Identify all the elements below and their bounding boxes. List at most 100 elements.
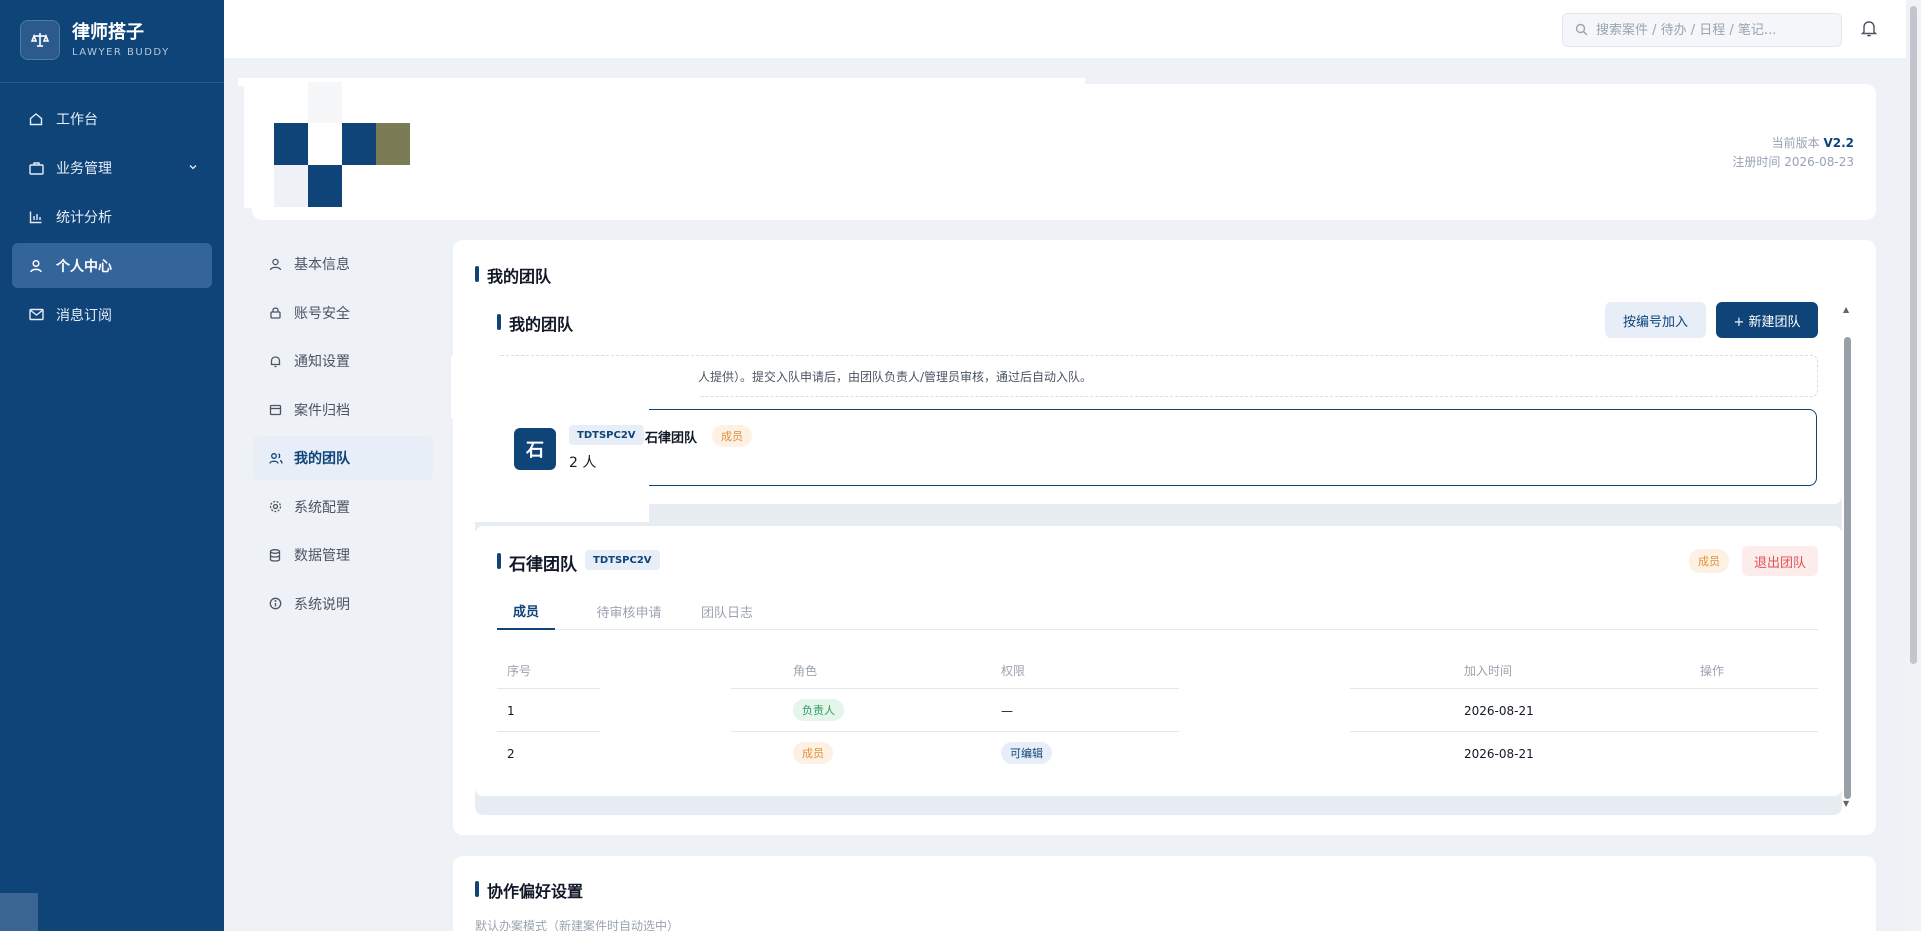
version-label: 当前版本 bbox=[1771, 136, 1820, 150]
sidebar-divider bbox=[0, 82, 224, 83]
role-badge: 成员 bbox=[1689, 549, 1729, 573]
sidebar-item-label: 业务管理 bbox=[56, 160, 112, 177]
submenu-item-notifications[interactable]: 通知设置 bbox=[253, 339, 433, 383]
sidebar-item-label: 消息订阅 bbox=[56, 307, 112, 324]
row-divider bbox=[1350, 688, 1818, 689]
calendar-icon bbox=[269, 403, 283, 417]
scroll-up-icon[interactable]: ▲ bbox=[1843, 305, 1849, 314]
sidebar-item-subscription[interactable]: 消息订阅 bbox=[12, 292, 212, 337]
team-tabs: 成员 待审核申请 团队日志 bbox=[497, 592, 1818, 630]
sidebar-item-profile[interactable]: 个人中心 bbox=[12, 243, 212, 288]
scroll-down-icon[interactable]: ▼ bbox=[1843, 799, 1849, 808]
row-divider bbox=[497, 731, 600, 732]
submenu-item-basic-info[interactable]: 基本信息 bbox=[253, 242, 433, 286]
col-header-role: 角色 bbox=[793, 664, 818, 678]
avatar-mosaic-cell bbox=[274, 82, 308, 124]
row-divider bbox=[731, 731, 1179, 732]
col-header-joined: 加入时间 bbox=[1464, 664, 1513, 678]
sidebar-item-label: 个人中心 bbox=[56, 258, 112, 275]
register-label: 注册时间 bbox=[1732, 155, 1781, 169]
team-card-overlay bbox=[475, 396, 649, 522]
team-name: 石律团队 bbox=[645, 431, 698, 446]
brand-subtitle: LAWYER BUDDY bbox=[72, 47, 170, 58]
bar-chart-icon bbox=[28, 209, 44, 225]
profile-overlay-strip bbox=[238, 78, 1085, 86]
role-badge: 负责人 bbox=[793, 699, 844, 721]
submenu-item-data-management[interactable]: 数据管理 bbox=[253, 533, 433, 577]
cell-index: 2 bbox=[507, 747, 515, 761]
gear-icon bbox=[269, 500, 283, 514]
quit-team-button[interactable]: 退出团队 bbox=[1742, 546, 1818, 576]
submenu-item-label: 我的团队 bbox=[294, 451, 350, 467]
top-header bbox=[224, 0, 1921, 58]
page-scrollbar-thumb[interactable] bbox=[1910, 6, 1917, 664]
user-icon bbox=[28, 258, 44, 274]
info-icon bbox=[269, 597, 283, 611]
page-scrollbar[interactable] bbox=[1906, 0, 1921, 931]
col-header-permission: 权限 bbox=[1001, 664, 1026, 678]
brand[interactable]: 律师搭子 LAWYER BUDDY bbox=[20, 20, 170, 60]
search-input[interactable] bbox=[1596, 22, 1826, 38]
sidebar-item-workbench[interactable]: 工作台 bbox=[12, 96, 212, 141]
row-divider bbox=[1350, 731, 1818, 732]
cell-permission: — bbox=[1001, 704, 1013, 718]
mail-icon bbox=[28, 307, 44, 323]
search-icon bbox=[1575, 21, 1588, 40]
avatar-mosaic-cell bbox=[308, 165, 342, 207]
profile-meta: 当前版本 V2.2 注册时间 2026-08-23 bbox=[1732, 134, 1854, 172]
submenu-item-label: 数据管理 bbox=[294, 548, 350, 564]
tab-log[interactable]: 团队日志 bbox=[677, 592, 777, 630]
team-card[interactable] bbox=[497, 409, 1817, 486]
team-scrollbar-thumb[interactable] bbox=[1844, 337, 1851, 799]
scale-icon bbox=[20, 20, 60, 60]
team-detail-title: 石律团队 bbox=[497, 550, 577, 575]
col-header-index: 序号 bbox=[507, 664, 532, 678]
join-by-code-button[interactable]: 按编号加入 bbox=[1605, 302, 1706, 338]
collab-subtitle: 默认办案模式（新建案件时自动选中） bbox=[475, 919, 680, 931]
brand-name: 律师搭子 bbox=[72, 22, 144, 43]
tab-members[interactable]: 成员 bbox=[497, 592, 555, 630]
avatar-mosaic-cell bbox=[274, 165, 308, 207]
search-box[interactable] bbox=[1562, 13, 1842, 47]
team-code-badge: TDTSPC2V bbox=[569, 425, 644, 445]
profile-submenu: 基本信息 账号安全 通知设置 案件归档 我的团队 系统配置 数据管理 系统说明 bbox=[253, 242, 433, 630]
row-divider bbox=[731, 688, 1179, 689]
version-value: V2.2 bbox=[1823, 136, 1854, 150]
cell-index: 1 bbox=[507, 704, 515, 718]
sidebar-corner-block bbox=[0, 893, 38, 931]
submenu-item-label: 案件归档 bbox=[294, 402, 350, 419]
team-scrollbar[interactable]: ▲ ▼ bbox=[1843, 305, 1853, 811]
section-title: 我的团队 bbox=[475, 263, 551, 287]
bell-icon[interactable] bbox=[1860, 19, 1878, 41]
role-badge: 成员 bbox=[712, 425, 752, 447]
submenu-item-my-team[interactable]: 我的团队 bbox=[253, 436, 433, 480]
role-badge: 成员 bbox=[793, 742, 833, 764]
home-icon bbox=[28, 111, 44, 127]
avatar-mosaic-cell bbox=[342, 123, 376, 165]
new-team-button[interactable]: + 新建团队 bbox=[1716, 302, 1818, 338]
submenu-item-security[interactable]: 账号安全 bbox=[253, 291, 433, 335]
submenu-item-about[interactable]: 系统说明 bbox=[253, 582, 433, 626]
avatar-mosaic-cell bbox=[376, 123, 410, 165]
submenu-item-label: 账号安全 bbox=[294, 305, 350, 322]
briefcase-icon bbox=[28, 160, 44, 176]
team-detail-panel bbox=[475, 526, 1842, 796]
sidebar: 律师搭子 LAWYER BUDDY 工作台 业务管理 统计分析 个人中心 消息订… bbox=[0, 0, 224, 931]
users-icon bbox=[269, 451, 283, 465]
avatar-mosaic-cell bbox=[308, 82, 342, 124]
team-member-count: 2 人 bbox=[569, 455, 597, 471]
lock-icon bbox=[269, 306, 283, 320]
collab-title: 协作偏好设置 bbox=[475, 878, 583, 902]
sidebar-item-statistics[interactable]: 统计分析 bbox=[12, 194, 212, 239]
submenu-item-system-config[interactable]: 系统配置 bbox=[253, 485, 433, 529]
tab-pending[interactable]: 待审核申请 bbox=[574, 592, 684, 630]
sidebar-nav: 工作台 业务管理 统计分析 个人中心 消息订阅 bbox=[12, 96, 212, 341]
register-date: 2026-08-23 bbox=[1784, 155, 1854, 169]
cell-joined: 2026-08-21 bbox=[1464, 747, 1534, 761]
join-tip-text: 人提供）。提交入队申请后，由团队负责人/管理员审核，通过后自动入队。 bbox=[698, 369, 1093, 384]
sidebar-item-business[interactable]: 业务管理 bbox=[12, 145, 212, 190]
submenu-item-label: 系统说明 bbox=[294, 596, 350, 613]
database-icon bbox=[269, 548, 283, 562]
submenu-item-archive[interactable]: 案件归档 bbox=[253, 388, 433, 432]
sidebar-item-label: 统计分析 bbox=[56, 209, 112, 226]
